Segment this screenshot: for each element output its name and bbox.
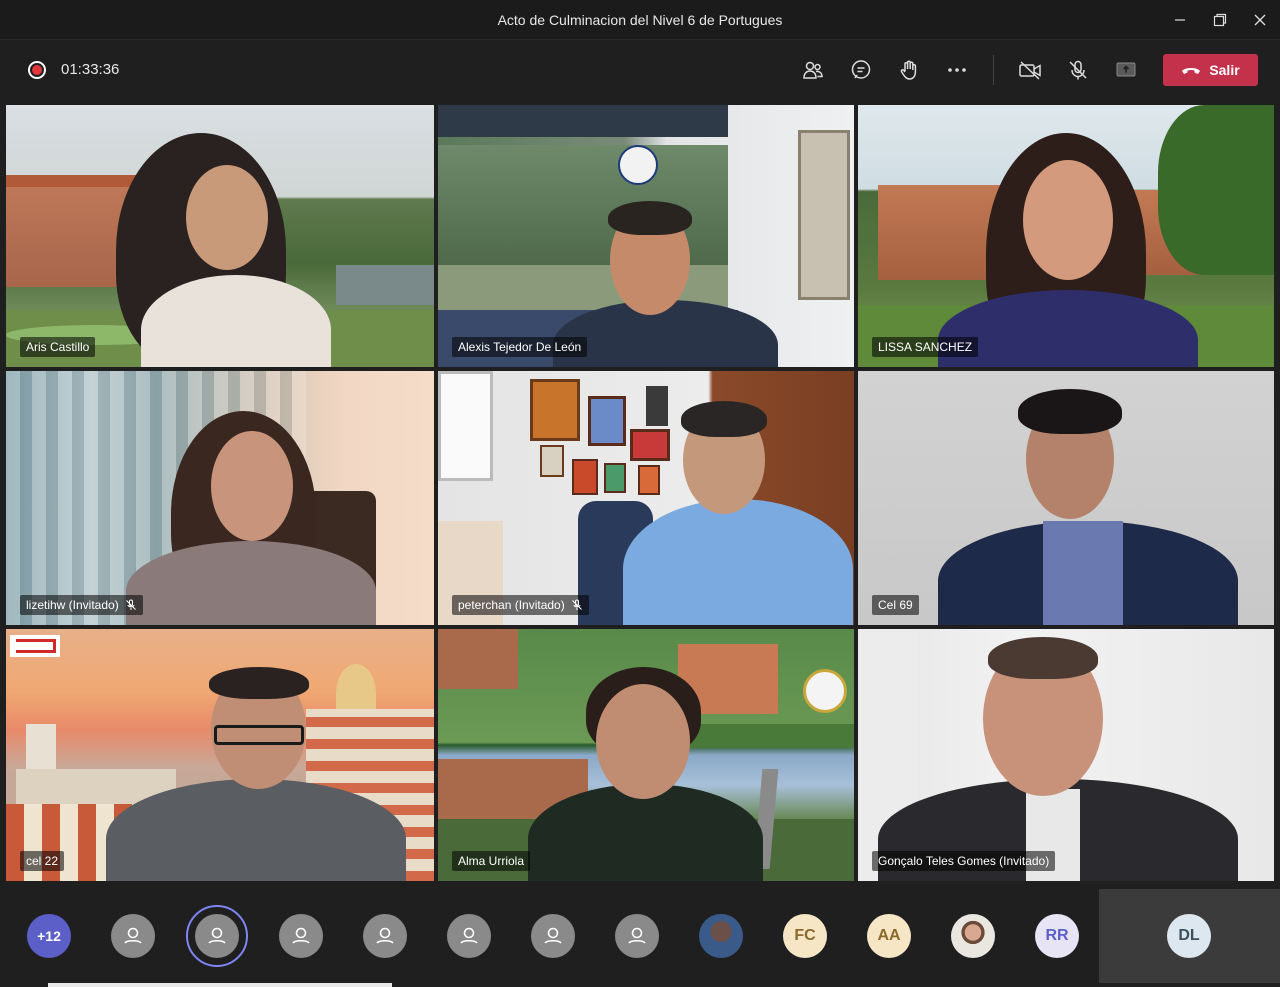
video-tile[interactable]: Cel 69 [858,371,1274,625]
overflow-participants-button[interactable]: +12 [27,914,71,958]
participant-avatar[interactable] [111,914,155,958]
raise-hand-icon[interactable] [893,55,925,85]
meeting-timer: 01:33:36 [61,61,120,78]
video-tile[interactable]: lizetihw (Invitado) [6,371,434,625]
participant-name-tag: Alma Urriola [452,851,531,871]
video-tile[interactable]: peterchan (Invitado) [438,371,854,625]
video-grid: Aris Castillo Alexis Tejedor De León LIS… [0,99,1280,889]
participant-shirt [1043,521,1123,625]
participant-name-tag: lizetihw (Invitado) [20,595,143,615]
participant-face [1023,160,1113,280]
person-icon [124,927,142,944]
participant-avatar[interactable]: FC [783,914,827,958]
video-tile[interactable]: Aris Castillo [6,105,434,367]
leave-label: Salir [1209,62,1240,78]
tray-scrollbar[interactable] [48,983,392,987]
participant-avatar[interactable] [447,914,491,958]
participant-tray: +12 FC AA RR DL [0,889,1280,987]
restore-icon[interactable] [1200,0,1240,40]
toolbar-separator [993,55,994,85]
participant-name-tag: peterchan (Invitado) [452,595,589,615]
participant-name-tag: cel 22 [20,851,65,871]
participant-avatar[interactable] [615,914,659,958]
participant-hair [608,201,692,235]
more-options-icon[interactable] [941,55,973,85]
person-icon [292,927,310,944]
person-icon [208,927,226,944]
meeting-toolbar: 01:33:36 Salir [0,41,1280,99]
hang-up-icon [1182,68,1201,74]
video-tile[interactable]: Gonçalo Teles Gomes (Invitado) [858,629,1274,881]
participant-face [186,165,268,270]
mic-off-icon [571,599,582,610]
participant-photo-avatar[interactable] [699,914,743,958]
participants-icon[interactable] [797,55,829,85]
person-icon [376,927,394,944]
participant-hair [988,637,1098,679]
participant-avatar[interactable]: AA [867,914,911,958]
mic-off-icon [125,599,136,610]
participant-name-tag: Alexis Tejedor De León [452,337,588,357]
person-icon [460,927,478,944]
self-view[interactable]: DL [1099,889,1280,983]
close-icon[interactable] [1240,0,1280,40]
participant-avatar[interactable] [363,914,407,958]
participant-face [211,431,293,541]
participant-name-tag: Aris Castillo [20,337,96,357]
video-tile[interactable]: cel 22 [6,629,434,881]
participant-avatar[interactable] [195,914,239,958]
title-bar: Acto de Culminacion del Nivel 6 de Portu… [0,0,1280,40]
chat-icon[interactable] [845,55,877,85]
mic-off-icon[interactable] [1062,55,1094,85]
participant-name-tag: Cel 69 [872,595,919,615]
participant-photo-avatar[interactable] [951,914,995,958]
window-title: Acto de Culminacion del Nivel 6 de Portu… [497,11,783,28]
participant-hair [681,401,767,437]
participant-name-tag: Gonçalo Teles Gomes (Invitado) [872,851,1056,871]
video-tile[interactable]: Alma Urriola [438,629,854,881]
record-icon [28,61,46,79]
video-tile[interactable]: Alexis Tejedor De León [438,105,854,367]
window-controls [1160,0,1280,40]
teams-meeting-window: Acto de Culminacion del Nivel 6 de Portu… [0,0,1280,987]
participant-avatar[interactable] [531,914,575,958]
person-icon [544,927,562,944]
participant-hair [209,667,309,699]
participant-name-tag: LISSA SANCHEZ [872,337,979,357]
self-avatar: DL [1167,914,1211,958]
minimize-icon[interactable] [1160,0,1200,40]
person-icon [628,927,646,944]
share-screen-icon[interactable] [1110,55,1142,85]
participant-avatar[interactable] [279,914,323,958]
leave-button[interactable]: Salir [1163,54,1258,86]
camera-off-icon[interactable] [1014,55,1046,85]
participant-avatar[interactable]: RR [1035,914,1079,958]
participant-glasses [214,725,304,745]
video-tile[interactable]: LISSA SANCHEZ [858,105,1274,367]
participant-face [596,684,690,799]
participant-hair [1018,389,1122,434]
